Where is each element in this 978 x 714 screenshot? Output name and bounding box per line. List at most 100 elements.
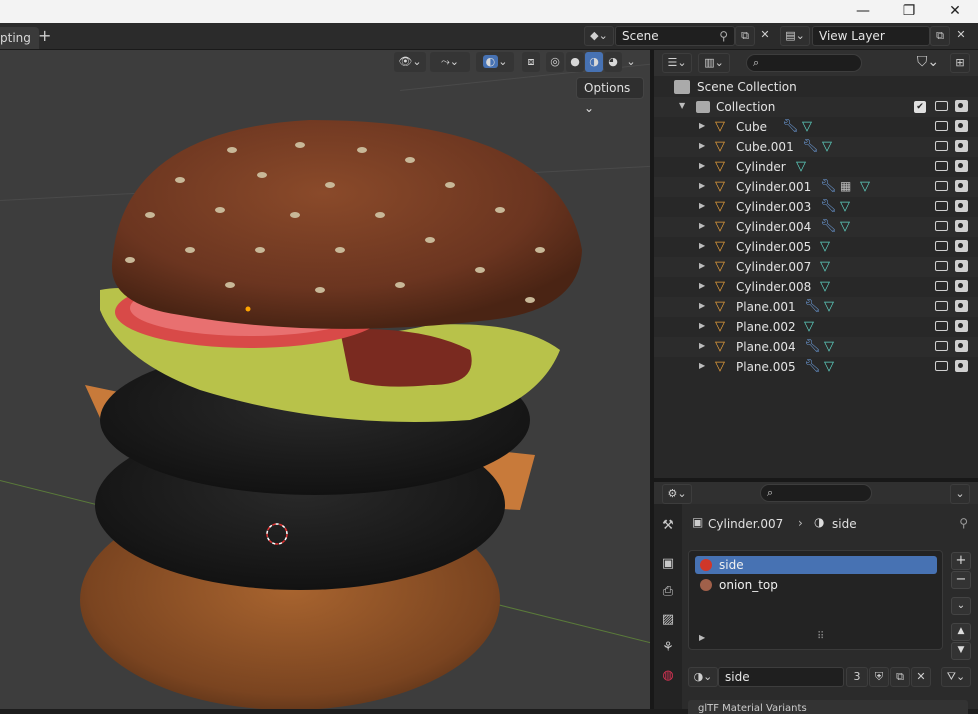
view-layer-selector-icon[interactable]: ▤⌄ — [780, 26, 810, 46]
expand-arrow-icon[interactable]: ▶ — [699, 281, 705, 290]
render-visibility-icon[interactable] — [955, 120, 968, 132]
viewport-visibility-icon[interactable] — [935, 241, 948, 251]
solid-shading-icon[interactable]: ● — [566, 52, 584, 72]
outliner-row-object[interactable]: ▶ ▽ Cylinder.004 🔧︎ ▽ — [654, 217, 978, 237]
wrench-modifier-icon[interactable]: 🔧︎ — [802, 139, 819, 154]
render-visibility-icon[interactable] — [955, 140, 968, 152]
viewport-visibility-icon[interactable] — [935, 141, 948, 151]
expand-arrow-icon[interactable]: ▶ — [699, 201, 705, 210]
fake-user-shield-icon[interactable]: ⛨ — [869, 667, 889, 687]
outliner-search-input[interactable]: ⌕ — [746, 54, 862, 72]
outliner-row-object[interactable]: ▶ ▽ Plane.002 ▽ — [654, 317, 978, 337]
constraint-icon[interactable]: ▦ — [840, 179, 851, 193]
outliner-row-object[interactable]: ▶ ▽ Cylinder.001 🔧︎ ▦ ▽ — [654, 177, 978, 197]
render-visibility-icon[interactable] — [955, 160, 968, 172]
material-shading-icon[interactable]: ◑ — [585, 52, 603, 72]
add-workspace-button[interactable]: + — [38, 26, 51, 45]
outliner-row-object[interactable]: ▶ ▽ Cylinder.007 ▽ — [654, 257, 978, 277]
user-count-badge[interactable]: 3 — [846, 667, 868, 687]
outliner-row-scene-collection[interactable]: Scene Collection — [654, 77, 978, 97]
browse-material-icon[interactable]: ◑⌄ — [688, 667, 718, 687]
mesh-data-icon[interactable]: ▽ — [820, 239, 830, 254]
viewport-options-button[interactable]: Options ⌄ — [576, 77, 644, 115]
close-button[interactable]: ✕ — [932, 0, 978, 23]
render-visibility-icon[interactable] — [955, 100, 968, 112]
outliner-row-object[interactable]: ▶ ▽ Cylinder ▽ — [654, 157, 978, 177]
expand-arrow-icon[interactable]: ▶ — [699, 261, 705, 270]
move-slot-down-button[interactable]: ▼ — [951, 642, 971, 660]
render-tab-icon[interactable]: ▣ — [660, 556, 676, 572]
expand-arrow-icon[interactable]: ▶ — [699, 161, 705, 170]
render-visibility-icon[interactable] — [955, 220, 968, 232]
slot-specials-menu-button[interactable]: ⌄ — [951, 597, 971, 615]
viewport-visibility-icon[interactable] — [935, 161, 948, 171]
viewport-visibility-icon[interactable] — [935, 101, 948, 111]
viewport-visibility-icon[interactable] — [935, 221, 948, 231]
mesh-data-icon[interactable]: ▽ — [796, 159, 806, 174]
minimize-button[interactable]: — — [840, 0, 886, 23]
restore-button[interactable]: ❐ — [886, 0, 932, 23]
xray-toggle-icon[interactable]: ⧈ — [522, 52, 540, 72]
mesh-data-icon[interactable]: ▽ — [840, 199, 850, 214]
shading-options-icon[interactable]: ⌄ — [624, 52, 638, 72]
overlays-toggle-icon[interactable]: ◐ ⌄ — [476, 52, 514, 72]
render-visibility-icon[interactable] — [955, 360, 968, 372]
outliner-row-object[interactable]: ▶ ▽ Cylinder.003 🔧︎ ▽ — [654, 197, 978, 217]
display-mode-icon[interactable]: ▥⌄ — [698, 53, 730, 73]
mesh-data-icon[interactable]: ▽ — [824, 339, 834, 354]
wrench-modifier-icon[interactable]: 🔧︎ — [782, 119, 799, 134]
material-slot-list[interactable]: side onion_top ▶ ⠿ — [688, 550, 943, 650]
editor-type-icon[interactable]: ☰⌄ — [662, 53, 692, 73]
mesh-data-icon[interactable]: ▽ — [804, 319, 814, 334]
expand-arrow-icon[interactable]: ▶ — [699, 321, 705, 330]
mesh-data-icon[interactable]: ▽ — [824, 359, 834, 374]
add-material-slot-button[interactable]: + — [951, 552, 971, 570]
panel-options-icon[interactable]: ⌄ — [950, 484, 970, 504]
outliner-row-object[interactable]: ▶ ▽ Plane.004 🔧︎ ▽ — [654, 337, 978, 357]
mesh-data-icon[interactable]: ▽ — [820, 259, 830, 274]
expand-arrow-icon[interactable]: ▶ — [699, 121, 705, 130]
new-scene-icon[interactable]: ⧉ — [735, 26, 755, 46]
expand-arrow-icon[interactable]: ▼ — [679, 101, 685, 110]
expand-arrow-icon[interactable]: ▶ — [699, 221, 705, 230]
expand-arrow-icon[interactable]: ▶ — [699, 633, 705, 642]
output-tab-icon[interactable]: ⎙ — [660, 584, 676, 600]
filter-icon[interactable]: ⛉⌄ — [912, 53, 944, 73]
workspace-tab-scripting[interactable]: pting — [0, 27, 39, 49]
viewport-visibility-icon[interactable] — [935, 261, 948, 271]
mesh-data-icon[interactable]: ▽ — [860, 179, 870, 194]
editor-type-icon[interactable]: ⚙⌄ — [662, 484, 692, 504]
view-layer-name-field[interactable]: View Layer — [812, 26, 930, 46]
expand-arrow-icon[interactable]: ▶ — [699, 301, 705, 310]
gizmo-toggle-icon[interactable]: ⤳⌄ — [430, 52, 470, 72]
viewport-visibility-icon[interactable] — [935, 361, 948, 371]
viewport-visibility-icon[interactable] — [935, 281, 948, 291]
burger-model[interactable] — [0, 50, 650, 709]
outliner-row-object[interactable]: ▶ ▽ Cube 🔧︎ ▽ — [654, 117, 978, 137]
tool-tab-icon[interactable]: ⚒ — [660, 518, 676, 534]
visibility-selector-icon[interactable]: 👁⌄ — [394, 52, 426, 72]
render-visibility-icon[interactable] — [955, 280, 968, 292]
expand-arrow-icon[interactable]: ▶ — [699, 361, 705, 370]
unlink-material-icon[interactable]: ✕ — [911, 667, 931, 687]
viewport-visibility-icon[interactable] — [935, 121, 948, 131]
new-view-layer-icon[interactable]: ⧉ — [930, 26, 950, 46]
viewport-visibility-icon[interactable] — [935, 341, 948, 351]
mesh-data-icon[interactable]: ▽ — [820, 279, 830, 294]
exclude-checkbox[interactable]: ✔ — [914, 101, 926, 113]
render-visibility-icon[interactable] — [955, 260, 968, 272]
scene-name-field[interactable]: Scene ⚲ — [615, 26, 735, 46]
expand-arrow-icon[interactable]: ▶ — [699, 241, 705, 250]
expand-arrow-icon[interactable]: ▶ — [699, 181, 705, 190]
render-visibility-icon[interactable] — [955, 180, 968, 192]
viewport-visibility-icon[interactable] — [935, 321, 948, 331]
wrench-modifier-icon[interactable]: 🔧︎ — [804, 359, 821, 374]
pin-icon[interactable]: ⚲ — [719, 27, 728, 45]
render-visibility-icon[interactable] — [955, 340, 968, 352]
expand-arrow-icon[interactable]: ▶ — [699, 141, 705, 150]
material-slot-side[interactable]: side — [695, 556, 937, 574]
pin-icon[interactable]: ⚲ — [959, 516, 968, 530]
wrench-modifier-icon[interactable]: 🔧︎ — [820, 199, 837, 214]
outliner-row-object[interactable]: ▶ ▽ Cube.001 🔧︎ ▽ — [654, 137, 978, 157]
expand-arrow-icon[interactable]: ▶ — [699, 341, 705, 350]
